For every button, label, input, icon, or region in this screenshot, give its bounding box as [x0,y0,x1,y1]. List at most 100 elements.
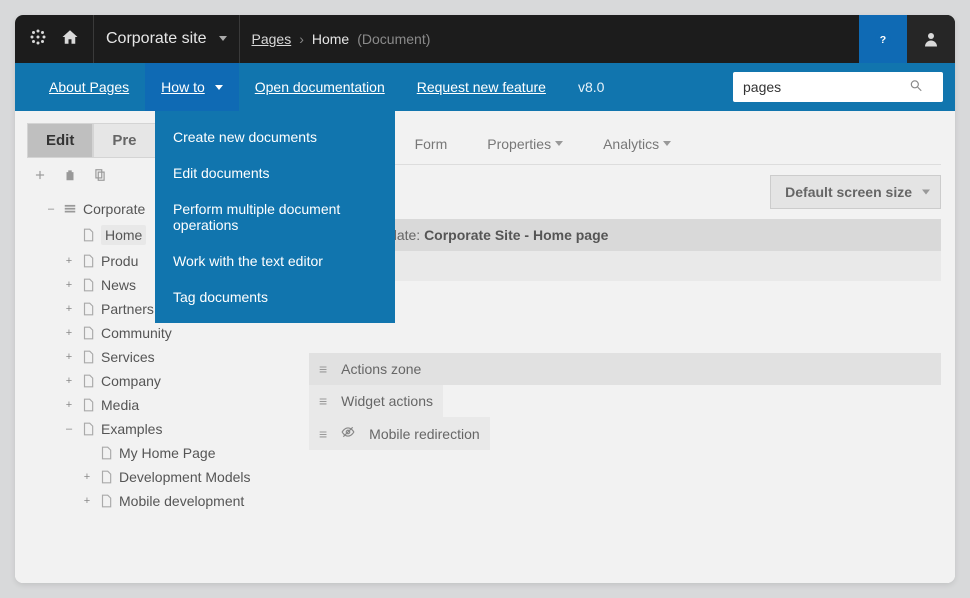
menu-request-feature[interactable]: Request new feature [401,63,562,111]
site-label: Corporate site [106,30,207,48]
expand-icon[interactable]: – [63,423,75,435]
file-icon [81,228,95,242]
file-icon [81,326,95,340]
tab-edit[interactable]: Edit [27,123,93,158]
eye-off-icon [341,425,355,442]
tree-item-examples[interactable]: – Examples [63,417,297,441]
user-menu[interactable] [907,15,955,63]
tab-form[interactable]: Form [395,123,468,164]
top-left-icons [15,15,94,63]
tab-properties[interactable]: Properties [467,123,583,164]
screen-size-button[interactable]: Default screen size [770,175,941,209]
tree-item-label: Produ [101,253,138,269]
add-button[interactable] [33,168,47,187]
file-icon [81,398,95,412]
caret-down-icon [215,85,223,90]
file-icon [81,350,95,364]
right-tabs: Design Form Properties Analytics [309,123,941,165]
screen-size-selector: Default screen size [770,175,941,209]
caret-down-icon [922,190,930,195]
tree-item-label: Examples [101,421,162,437]
tree-item-media[interactable]: + Media [63,393,297,417]
widget-actions-row[interactable]: ≡ Widget actions [309,385,443,417]
breadcrumb-pages-link[interactable]: Pages [252,31,292,47]
file-icon [81,278,95,292]
tree-item-mobile-development[interactable]: + Mobile development [81,489,297,513]
screen-size-label: Default screen size [785,184,912,200]
collapse-icon[interactable]: – [45,203,57,215]
tree-item-label: Media [101,397,139,413]
tree-item-label: Services [101,349,155,365]
tree-item-community[interactable]: + Community [63,321,297,345]
tree-item-services[interactable]: + Services [63,345,297,369]
menu-open-documentation[interactable]: Open documentation [239,63,401,111]
widget-actions-label: Widget actions [341,393,433,409]
file-icon [99,494,113,508]
search-wrap [733,72,943,102]
tree-item-label: Community [101,325,172,341]
hamburger-icon: ≡ [319,393,327,409]
dropdown-item-tag-documents[interactable]: Tag documents [155,279,395,315]
tree-item-label: News [101,277,136,293]
search-button[interactable] [909,79,923,96]
home-icon[interactable] [61,28,79,51]
site-selector[interactable]: Corporate site [94,15,240,63]
breadcrumb-current: Home [312,31,349,47]
expand-icon[interactable]: + [63,351,75,363]
tree-item-label: Partners [101,301,154,317]
caret-down-icon [663,141,671,146]
caret-down-icon [219,36,227,41]
tree-root-label: Corporate [83,201,145,217]
chevron-right-icon: › [299,31,304,47]
copy-button[interactable] [93,168,107,187]
menu-about-pages[interactable]: About Pages [33,63,145,111]
expand-icon[interactable]: + [63,303,75,315]
top-bar: Corporate site Pages › Home (Document) ? [15,15,955,63]
expand-icon[interactable]: + [63,255,75,267]
menu-bar: About Pages How to Open documentation Re… [15,63,955,111]
tree-item-label: Company [101,373,161,389]
breadcrumb-type: (Document) [357,31,430,47]
help-button[interactable]: ? [859,15,907,63]
expand-icon[interactable]: + [81,495,93,507]
tree-item-label: My Home Page [119,445,215,461]
file-icon [81,422,95,436]
app-icon[interactable] [29,28,47,51]
file-icon [99,470,113,484]
folder-icon [63,202,77,216]
tree-item-development-models[interactable]: +Development Models [81,465,297,489]
dropdown-item-edit-documents[interactable]: Edit documents [155,155,395,191]
tree-item-label: Home [101,225,146,245]
expand-icon[interactable]: + [63,399,75,411]
tab-analytics[interactable]: Analytics [583,123,691,164]
tree-item-label: Mobile development [119,493,244,509]
expand-icon[interactable]: + [81,471,93,483]
page-template-bar: - page template: Corporate Site - Home p… [309,219,941,251]
expand-icon[interactable]: + [63,279,75,291]
dropdown-item-create-documents[interactable]: Create new documents [155,119,395,155]
mobile-redirection-row[interactable]: ≡ Mobile redirection [309,417,490,450]
hamburger-icon: ≡ [319,426,327,442]
tab-preview[interactable]: Pre [93,123,155,158]
caret-down-icon [555,141,563,146]
expand-icon[interactable] [81,447,93,459]
svg-text:?: ? [880,34,886,46]
template-name: Corporate Site - Home page [424,227,608,243]
tab-properties-label: Properties [487,136,551,152]
delete-button[interactable] [63,168,77,187]
zone-header[interactable]: ne [309,251,941,281]
how-to-dropdown: Create new documents Edit documents Perf… [155,111,395,323]
dropdown-item-multiple-operations[interactable]: Perform multiple document operations [155,191,395,243]
tree-item-company[interactable]: + Company [63,369,297,393]
file-icon [81,302,95,316]
expand-icon[interactable] [63,229,75,241]
file-icon [81,254,95,268]
menu-how-to[interactable]: How to [145,63,239,111]
hamburger-icon: ≡ [319,361,327,377]
file-icon [99,446,113,460]
dropdown-item-text-editor[interactable]: Work with the text editor [155,243,395,279]
expand-icon[interactable]: + [63,375,75,387]
actions-zone-row[interactable]: ≡ Actions zone [309,353,941,385]
expand-icon[interactable]: + [63,327,75,339]
tree-item-my-home-page[interactable]: My Home Page [81,441,297,465]
